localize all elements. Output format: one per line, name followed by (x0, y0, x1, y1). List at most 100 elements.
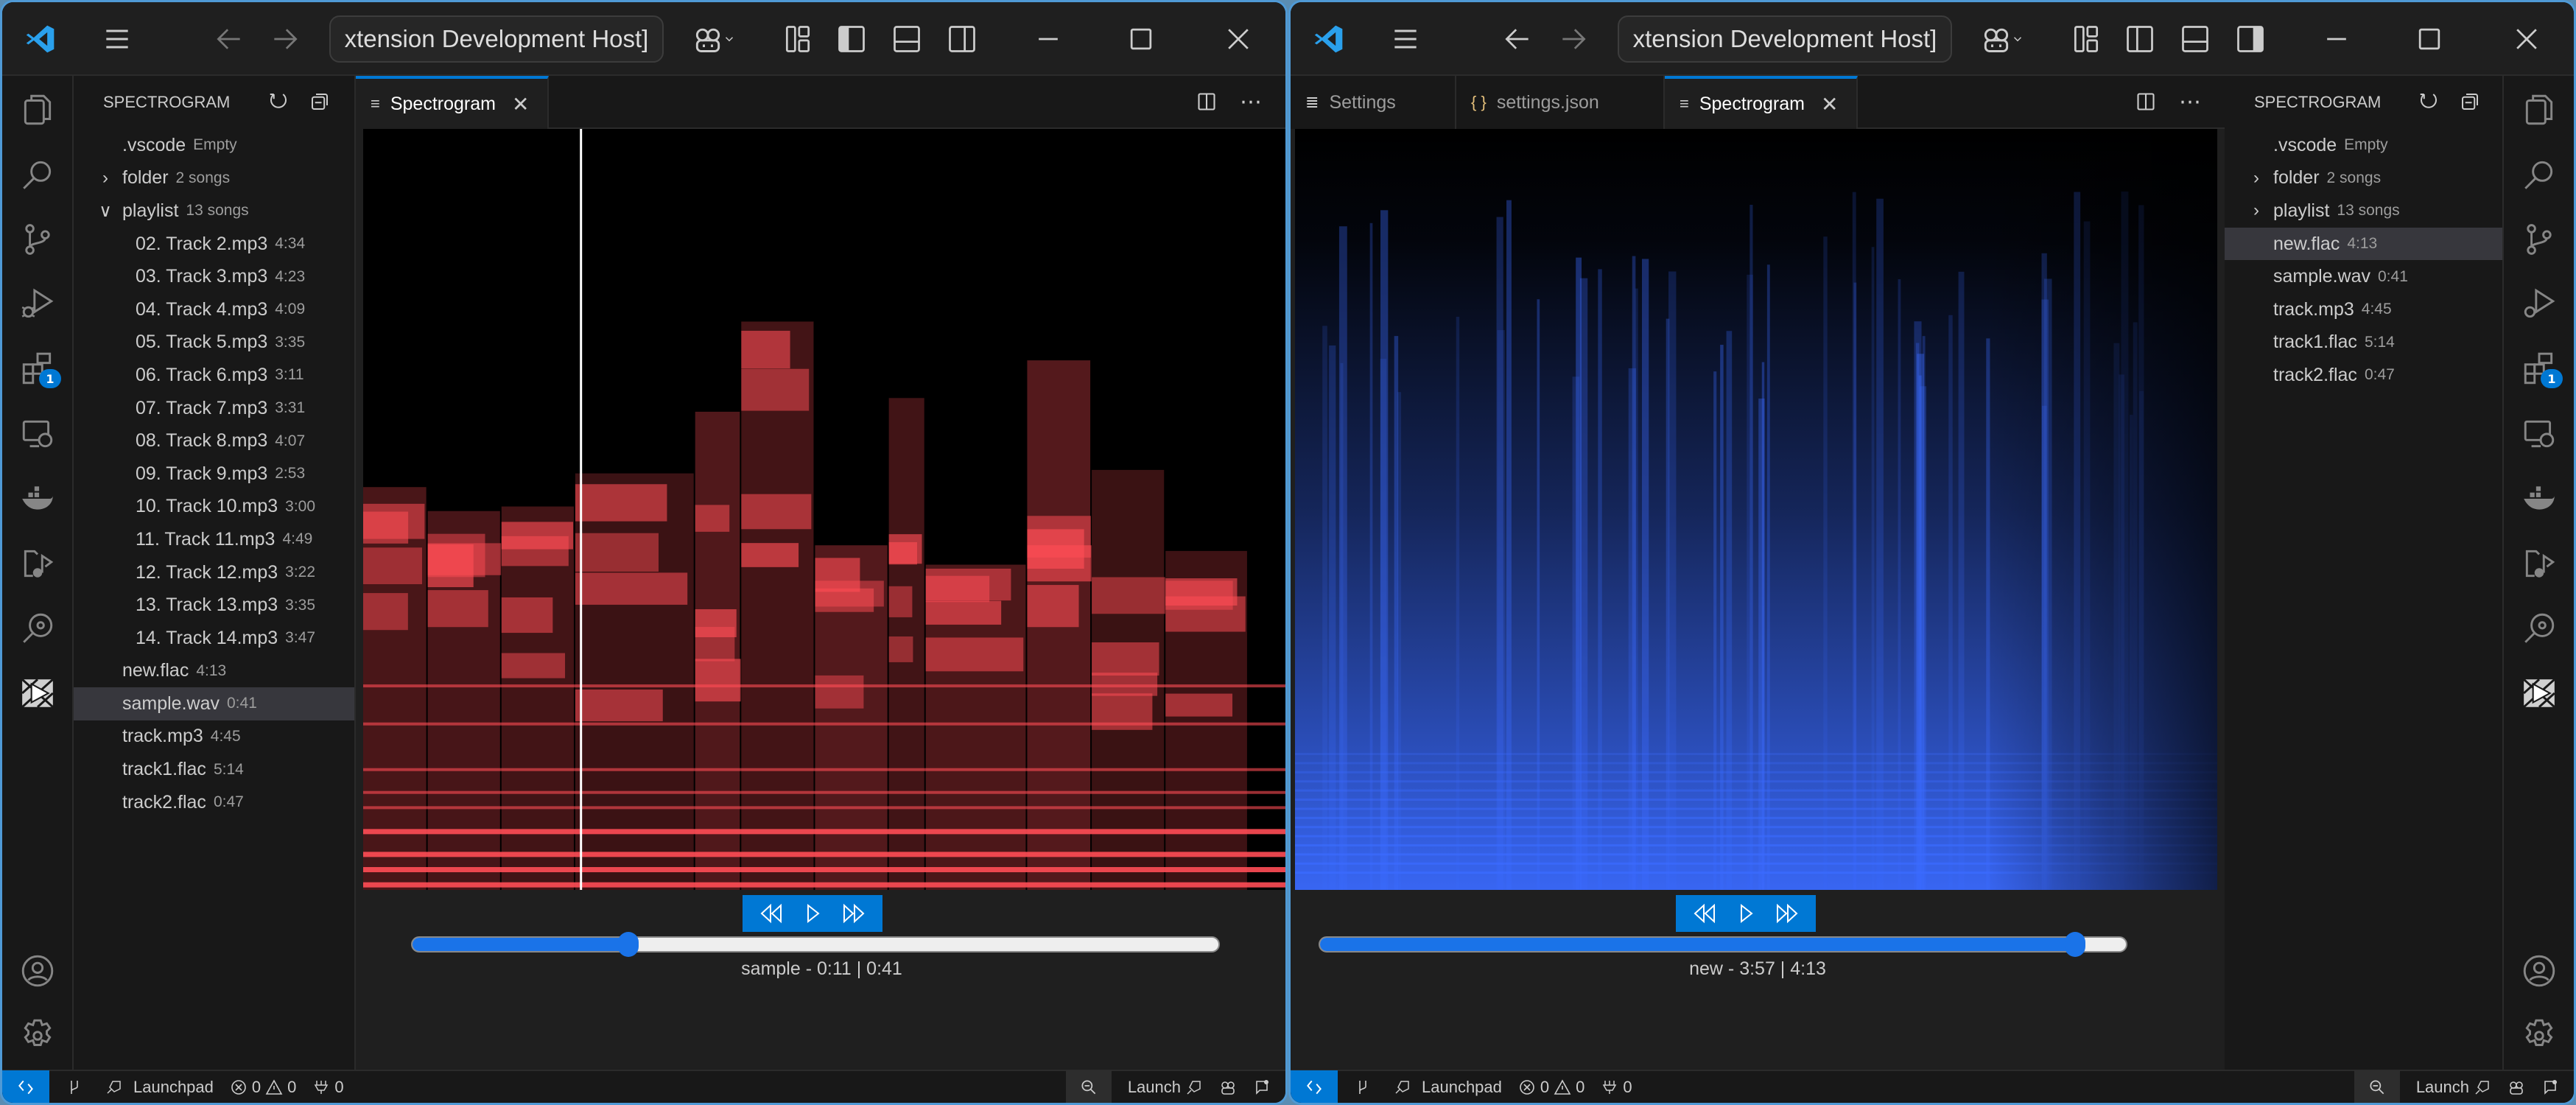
refresh-icon[interactable] (2416, 89, 2441, 114)
tree-item[interactable]: 05. Track 5.mp3 3:35 (74, 326, 354, 359)
launchpad-status[interactable]: Launchpad (99, 1078, 214, 1097)
tree-item[interactable]: 12. Track 12.mp3 3:22 (74, 556, 354, 589)
tree-item[interactable]: › folder 2 songs (74, 162, 354, 195)
more-actions-icon[interactable]: ⋯ (2177, 89, 2203, 115)
tree-item[interactable]: .vscode Empty (74, 129, 354, 162)
tree-item[interactable]: 07. Track 7.mp3 3:31 (74, 392, 354, 425)
zoom-status[interactable] (2354, 1070, 2400, 1103)
customize-layout-icon[interactable] (2066, 18, 2107, 60)
accounts-icon[interactable] (2, 941, 72, 1000)
tab-spectrogram[interactable]: ≡ Spectrogram ✕ (1665, 76, 1858, 129)
tree-item[interactable]: 08. Track 8.mp3 4:07 (74, 424, 354, 457)
tree-item[interactable]: 04. Track 4.mp3 4:09 (74, 293, 354, 326)
tree-item[interactable]: track1.flac 5:14 (74, 753, 354, 786)
explorer-icon[interactable] (2504, 80, 2574, 139)
command-center[interactable]: xtension Development Host] (1618, 15, 1952, 63)
maximize-icon[interactable] (2409, 18, 2450, 60)
copilot-dropdown-chevron-icon[interactable] (720, 18, 738, 60)
tree-item[interactable]: track.mp3 4:45 (74, 720, 354, 754)
collapse-all-icon[interactable] (2457, 89, 2482, 114)
toggle-panel-icon[interactable] (886, 18, 927, 60)
launch-status[interactable]: Launch (2416, 1078, 2491, 1097)
spectrogram-view-icon[interactable] (2, 664, 72, 723)
source-control-icon[interactable] (2504, 210, 2574, 269)
search-icon[interactable] (2, 145, 72, 204)
manage-gear-icon[interactable] (2504, 1006, 2574, 1065)
customize-layout-icon[interactable] (777, 18, 818, 60)
tree-item[interactable]: track1.flac 5:14 (2225, 326, 2505, 359)
tree-item[interactable]: 13. Track 13.mp3 3:35 (74, 589, 354, 622)
remote-explorer-icon[interactable] (2504, 404, 2574, 463)
run-debug-icon[interactable] (2504, 275, 2574, 334)
extensions-icon[interactable]: 1 (2, 340, 72, 399)
extensions-icon[interactable]: 1 (2504, 340, 2574, 399)
back-arrow-icon[interactable] (208, 18, 250, 60)
forward-arrow-icon[interactable] (1553, 18, 1594, 60)
menu-icon[interactable] (1385, 18, 1426, 60)
seek-slider-thumb[interactable] (618, 932, 639, 957)
manage-gear-icon[interactable] (2, 1006, 72, 1065)
tree-item[interactable]: sample.wav 0:41 (2225, 260, 2505, 293)
tab-settings[interactable]: ≣ Settings (1291, 76, 1456, 129)
tree-item[interactable]: 10. Track 10.mp3 3:00 (74, 491, 354, 524)
ports-status[interactable]: 0 (312, 1078, 344, 1097)
split-editor-icon[interactable] (2133, 89, 2158, 114)
tree-item[interactable]: track2.flac 0:47 (74, 786, 354, 819)
toggle-secondary-sidebar-icon[interactable] (2230, 18, 2271, 60)
menu-icon[interactable] (96, 18, 138, 60)
toggle-secondary-sidebar-icon[interactable] (941, 18, 983, 60)
tree-item[interactable]: › playlist 13 songs (2225, 194, 2505, 228)
copilot-status-icon[interactable] (2507, 1078, 2525, 1096)
rewind-button[interactable] (1688, 899, 1722, 928)
problems-status[interactable]: 0 0 (230, 1078, 296, 1097)
tree-item[interactable]: 11. Track 11.mp3 4:49 (74, 523, 354, 556)
accounts-icon[interactable] (2504, 941, 2574, 1000)
chevron-down-icon[interactable]: ∨ (94, 200, 116, 222)
close-tab-icon[interactable]: ✕ (1821, 92, 1838, 116)
tree-item[interactable]: sample.wav 0:41 (74, 687, 354, 720)
close-tab-icon[interactable]: ✕ (512, 92, 529, 116)
spectrogram-canvas[interactable] (1295, 129, 2217, 890)
chevron-right-icon[interactable]: › (94, 168, 116, 189)
play-button[interactable] (796, 899, 829, 928)
tree-item[interactable]: 02. Track 2.mp3 4:34 (74, 228, 354, 261)
maximize-icon[interactable] (1120, 18, 1162, 60)
launchpad-status[interactable]: Launchpad (1388, 1078, 1502, 1097)
toggle-primary-sidebar-icon[interactable] (831, 18, 872, 60)
back-arrow-icon[interactable] (1497, 18, 1538, 60)
seek-slider[interactable] (1319, 932, 2127, 957)
spectrogram-view-icon[interactable] (2504, 664, 2574, 723)
play-button[interactable] (1729, 899, 1763, 928)
tree-item[interactable]: .vscode Empty (2225, 129, 2505, 162)
copilot-dropdown-chevron-icon[interactable] (2009, 18, 2026, 60)
close-window-icon[interactable] (2506, 18, 2547, 60)
more-actions-icon[interactable]: ⋯ (1238, 89, 1263, 115)
docker-icon[interactable] (2, 469, 72, 528)
tree-item[interactable]: track2.flac 0:47 (2225, 359, 2505, 392)
forward-arrow-icon[interactable] (264, 18, 306, 60)
tree-item[interactable]: 09. Track 9.mp3 2:53 (74, 457, 354, 491)
copilot-status-icon[interactable] (1219, 1078, 1237, 1096)
close-window-icon[interactable] (1218, 18, 1259, 60)
explorer-icon[interactable] (2, 80, 72, 139)
chevron-right-icon[interactable]: › (2245, 168, 2267, 189)
tree-item[interactable]: 06. Track 6.mp3 3:11 (74, 359, 354, 392)
fast-forward-button[interactable] (836, 899, 870, 928)
collapse-all-icon[interactable] (307, 89, 332, 114)
minimize-icon[interactable] (2316, 18, 2357, 60)
minimize-icon[interactable] (1028, 18, 1069, 60)
toggle-primary-sidebar-icon[interactable] (2119, 18, 2161, 60)
notifications-icon[interactable] (2541, 1078, 2559, 1096)
tree-item[interactable]: track.mp3 4:45 (2225, 293, 2505, 326)
remote-indicator[interactable] (1291, 1070, 1338, 1103)
remote-explorer-icon[interactable] (2, 404, 72, 463)
ports-status[interactable]: 0 (1601, 1078, 1632, 1097)
tree-item[interactable]: 03. Track 3.mp3 4:23 (74, 260, 354, 293)
toggle-panel-icon[interactable] (2175, 18, 2216, 60)
disc-search-icon[interactable] (2504, 599, 2574, 658)
command-center[interactable]: xtension Development Host] (329, 15, 664, 63)
fast-forward-button[interactable] (1769, 899, 1803, 928)
rewind-button[interactable] (755, 899, 789, 928)
problems-status[interactable]: 0 0 (1518, 1078, 1584, 1097)
source-control-icon[interactable] (2, 210, 72, 269)
